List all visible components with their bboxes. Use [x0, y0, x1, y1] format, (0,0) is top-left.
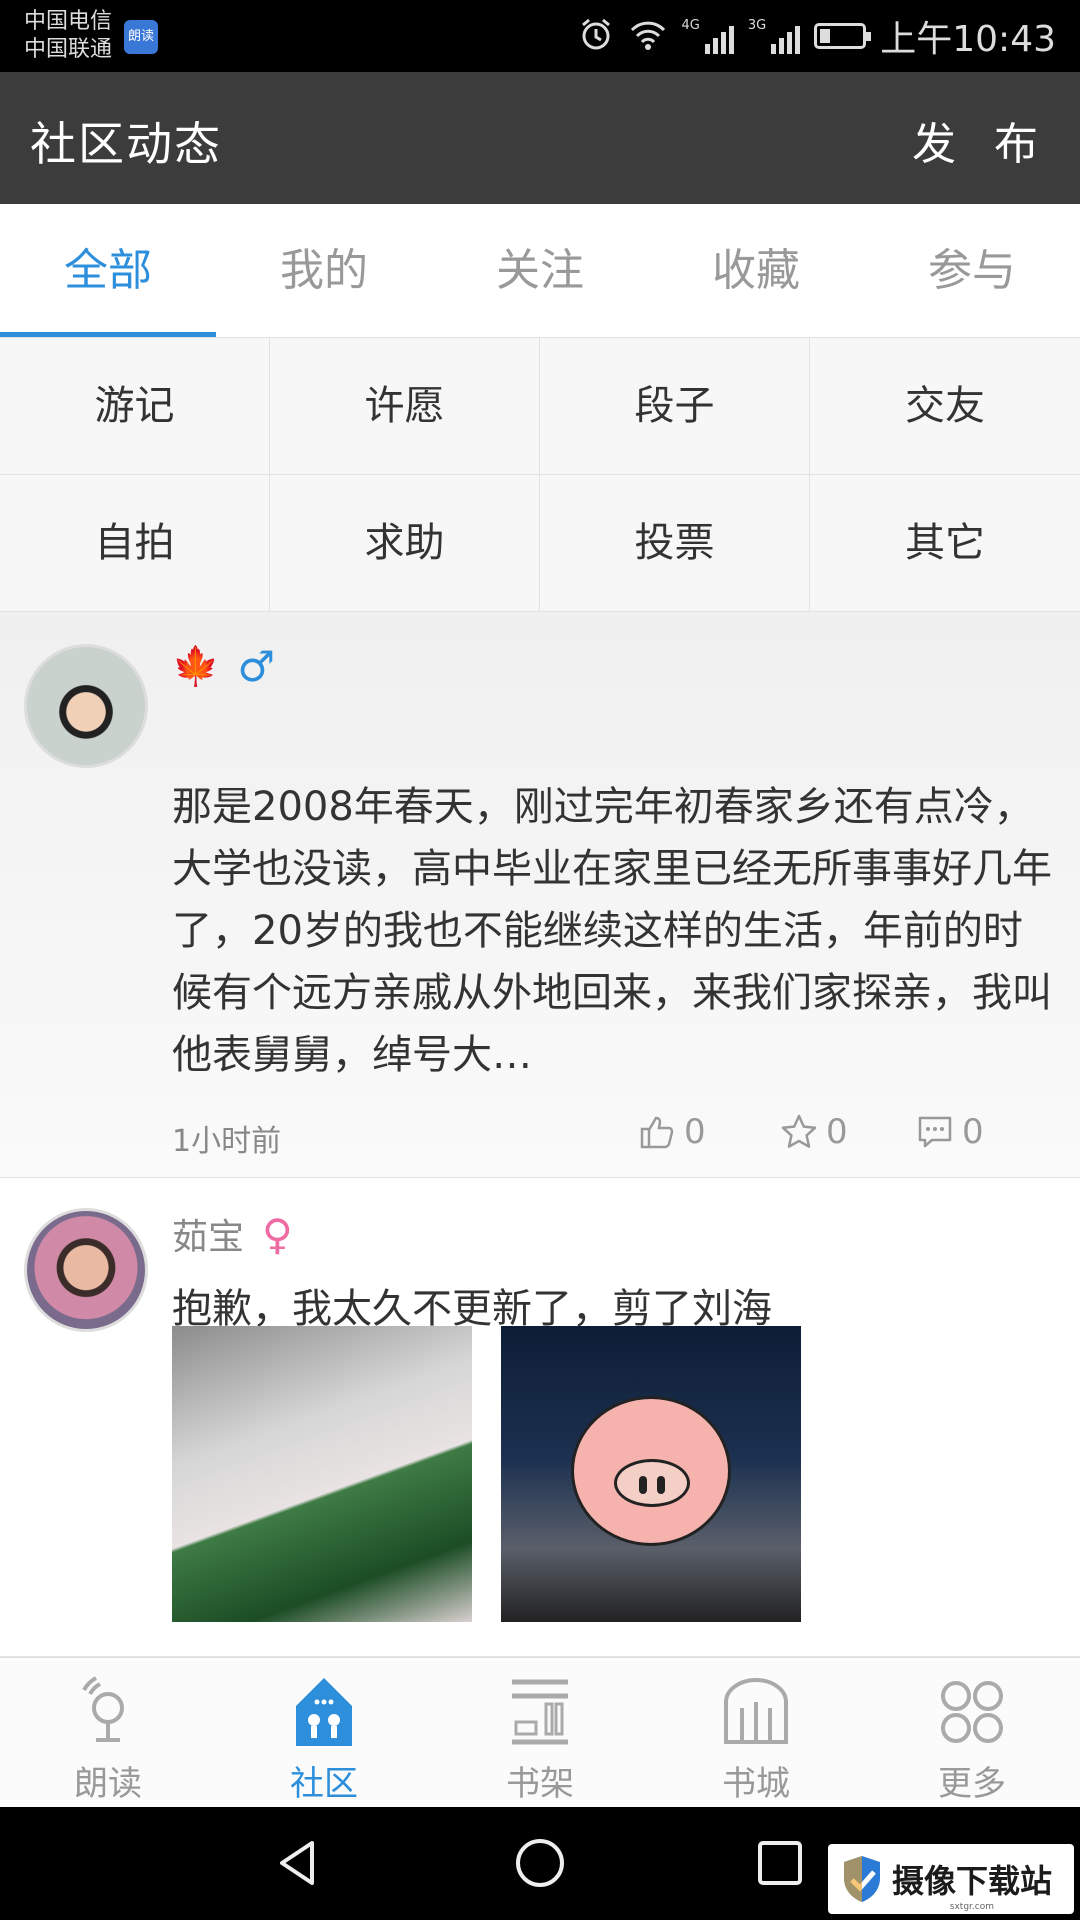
watermark-url: sxtgr.com	[949, 1902, 994, 1912]
category-grid: 游记 许愿 段子 交友 自拍 求助 投票 其它	[0, 338, 1080, 612]
post-time: 1小时前	[172, 1124, 282, 1159]
avatar[interactable]	[24, 644, 148, 768]
post-footer: 1小时前 0 0 0	[172, 1112, 1008, 1159]
comment-count: 0	[962, 1112, 984, 1152]
nav-community[interactable]: 社区	[216, 1658, 432, 1807]
male-icon: ♂	[237, 642, 275, 691]
nav-label: 社区	[290, 1764, 358, 1804]
tab-participated[interactable]: 参与	[864, 204, 1080, 337]
pig-sticker	[571, 1396, 731, 1546]
tab-all[interactable]: 全部	[0, 204, 216, 337]
alarm-icon	[578, 16, 614, 56]
more-grid-icon	[941, 1681, 1003, 1743]
nav-more[interactable]: 更多	[864, 1658, 1080, 1807]
post-photo[interactable]	[172, 1326, 472, 1622]
nav-label: 朗读	[74, 1764, 142, 1804]
status-icons: 4G 3G 上午10:43	[578, 14, 1056, 60]
post-meta: 🍁 ♂	[172, 642, 275, 691]
category-selfie[interactable]: 自拍	[0, 475, 270, 612]
watermark: 摄像下载站 sxtgr.com	[828, 1844, 1074, 1914]
category-help[interactable]: 求助	[270, 475, 540, 612]
post-meta: 茹宝 ♀	[172, 1208, 293, 1260]
publish-button[interactable]: 发 布	[912, 108, 1050, 172]
signal-3g-icon: 3G	[748, 18, 801, 54]
nav-label: 书架	[506, 1764, 574, 1804]
microphone-icon	[82, 1676, 124, 1742]
watermark-text: 摄像下载站	[892, 1862, 1053, 1900]
favorite-button[interactable]: 0	[780, 1112, 848, 1152]
category-jokes[interactable]: 段子	[540, 338, 810, 475]
favorite-count: 0	[826, 1112, 848, 1152]
nav-label: 书城	[722, 1764, 790, 1804]
bottom-nav: 朗读 社区 书架 书城 更多	[0, 1657, 1080, 1807]
comment-icon	[918, 1116, 952, 1148]
category-wish[interactable]: 许愿	[270, 338, 540, 475]
app-notification-badge: 朗读	[124, 20, 158, 54]
recent-apps-icon[interactable]	[752, 1835, 808, 1891]
community-house-icon	[296, 1678, 352, 1746]
maple-leaf-icon: 🍁	[172, 644, 220, 688]
carrier-2: 中国联通	[24, 37, 113, 62]
feed-tabs: 全部 我的 关注 收藏 参与	[0, 204, 1080, 338]
post-photo[interactable]	[501, 1326, 801, 1622]
nav-label: 更多	[938, 1764, 1006, 1804]
signal-4g-icon: 4G	[682, 18, 734, 54]
category-friends[interactable]: 交友	[810, 338, 1080, 475]
female-icon: ♀	[262, 1209, 293, 1259]
nav-bookstore[interactable]: 书城	[648, 1658, 864, 1807]
battery-icon	[814, 23, 872, 49]
category-travel[interactable]: 游记	[0, 338, 270, 475]
tab-mine[interactable]: 我的	[216, 204, 432, 337]
comment-button[interactable]: 0	[916, 1112, 984, 1152]
post-text[interactable]: 那是2008年春天，刚过完年初春家乡还有点冷，大学也没读，高中毕业在家里已经无所…	[172, 776, 1058, 1086]
tab-following[interactable]: 关注	[432, 204, 648, 337]
app-header: 社区动态 发 布	[0, 72, 1080, 204]
clock: 上午10:43	[880, 19, 1056, 60]
thumbs-up-icon	[640, 1116, 674, 1149]
category-other[interactable]: 其它	[810, 475, 1080, 612]
wifi-icon	[628, 16, 668, 56]
nav-read[interactable]: 朗读	[0, 1658, 216, 1807]
system-nav-bar: 摄像下载站 sxtgr.com	[0, 1807, 1080, 1920]
carrier-1: 中国电信	[24, 9, 113, 34]
avatar[interactable]	[24, 1208, 148, 1332]
nav-bookshelf[interactable]: 书架	[432, 1658, 648, 1807]
star-icon	[781, 1114, 817, 1148]
carrier-info: 中国电信 中国联通	[24, 8, 112, 64]
tab-favorites[interactable]: 收藏	[648, 204, 864, 337]
status-bar: 中国电信 中国联通 朗读 4G 3G 上午10:43	[0, 0, 1080, 72]
category-vote[interactable]: 投票	[540, 475, 810, 612]
post-card[interactable]: 🍁 ♂ 那是2008年春天，刚过完年初春家乡还有点冷，大学也没读，高中毕业在家里…	[0, 612, 1080, 1178]
like-button[interactable]: 0	[638, 1112, 706, 1152]
post-card[interactable]: 茹宝 ♀ 抱歉，我太久不更新了，剪了刘海	[0, 1178, 1080, 1657]
bookstore-icon	[724, 1678, 788, 1744]
username[interactable]: 茹宝	[172, 1208, 244, 1260]
page-title: 社区动态	[30, 117, 222, 171]
back-icon[interactable]	[272, 1835, 328, 1891]
like-count: 0	[684, 1112, 706, 1152]
post-feed: 🍁 ♂ 那是2008年春天，刚过完年初春家乡还有点冷，大学也没读，高中毕业在家里…	[0, 612, 1080, 1657]
home-icon[interactable]	[512, 1835, 568, 1891]
shield-logo-icon	[844, 1856, 880, 1902]
bookshelf-icon	[512, 1679, 568, 1745]
